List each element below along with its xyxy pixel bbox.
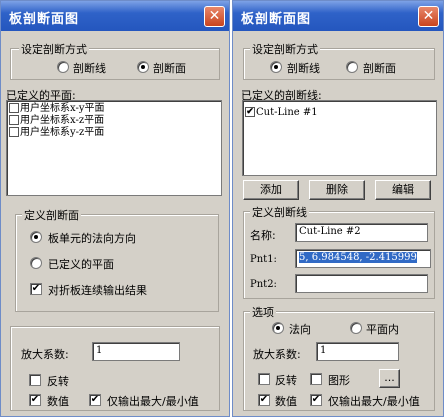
zoom-factor-input[interactable]: 1 bbox=[92, 342, 180, 361]
list-item-label: 用户坐标系x-z平面 bbox=[20, 115, 105, 126]
pnt1-label: Pnt1: bbox=[250, 254, 277, 265]
radio-defined-plane-label[interactable]: 已定义的平面 bbox=[48, 256, 114, 272]
radio-cut-section[interactable] bbox=[137, 61, 149, 73]
fold-continuous-checkbox[interactable]: ✔ bbox=[30, 283, 42, 295]
radio-defined-plane[interactable] bbox=[30, 257, 42, 269]
define-section-group-label: 定义剖断面 bbox=[22, 207, 81, 223]
maxmin-only-label[interactable]: 仅输出最大/最小值 bbox=[328, 393, 420, 409]
radio-cut-section[interactable] bbox=[346, 61, 358, 73]
numeric-label[interactable]: 数值 bbox=[47, 393, 69, 409]
reverse-checkbox[interactable] bbox=[258, 373, 270, 385]
radio-cut-line[interactable] bbox=[57, 61, 69, 73]
cut-method-group: 设定剖断方式 剖断线 剖断面 bbox=[243, 41, 435, 80]
define-cut-line-group: 定义剖断线 名称: Cut-Line #2 Pnt1: 5, 6.984548,… bbox=[243, 204, 435, 299]
dialog-title: 板剖断面图 bbox=[241, 12, 312, 27]
reverse-checkbox[interactable] bbox=[29, 374, 41, 386]
radio-normal-label[interactable]: 法向 bbox=[289, 321, 311, 337]
radio-normal[interactable] bbox=[272, 322, 284, 334]
list-item-checkbox[interactable]: ✔ bbox=[245, 107, 255, 117]
numeric-checkbox[interactable]: ✔ bbox=[258, 394, 270, 406]
cut-method-group-label: 设定剖断方式 bbox=[250, 41, 320, 57]
radio-cut-line-label[interactable]: 剖断线 bbox=[287, 60, 320, 76]
zoom-factor-input[interactable]: 1 bbox=[316, 342, 399, 361]
list-item-label: Cut-Line #1 bbox=[256, 107, 318, 118]
edit-button[interactable]: 编辑 bbox=[375, 180, 431, 200]
define-section-group: 定义剖断面 板单元的法向方向 已定义的平面 ✔ 对折板连续输出结果 bbox=[15, 207, 219, 312]
graphic-checkbox[interactable] bbox=[310, 373, 322, 385]
maxmin-only-label[interactable]: 仅输出最大/最小值 bbox=[107, 393, 199, 409]
section-dialog-left: 板剖断面图 ✕ 设定剖断方式 剖断线 剖断面 已定义的平面: 用户坐标系x-y平… bbox=[0, 0, 230, 417]
maxmin-only-checkbox[interactable]: ✔ bbox=[89, 394, 101, 406]
define-cut-line-group-label: 定义剖断线 bbox=[250, 204, 309, 220]
title-bar[interactable]: 板剖断面图 ✕ bbox=[1, 1, 229, 31]
cut-method-group-label: 设定剖断方式 bbox=[19, 41, 89, 57]
list-item-checkbox[interactable] bbox=[9, 115, 19, 125]
graphic-settings-button[interactable]: ... bbox=[379, 369, 400, 388]
cut-method-group: 设定剖断方式 剖断线 剖断面 bbox=[10, 41, 220, 80]
radio-in-plane[interactable] bbox=[350, 322, 362, 334]
pnt1-value: 5, 6.984548, -2.415999 bbox=[299, 252, 417, 263]
radio-cut-line[interactable] bbox=[270, 61, 282, 73]
pnt1-field[interactable]: 5, 6.984548, -2.415999 bbox=[295, 249, 431, 268]
close-button[interactable]: ✕ bbox=[204, 6, 225, 27]
radio-cut-line-label[interactable]: 剖断线 bbox=[73, 60, 106, 76]
list-item-label: 用户坐标系y-z平面 bbox=[20, 127, 105, 138]
radio-element-normal[interactable] bbox=[30, 231, 42, 243]
name-label: 名称: bbox=[250, 229, 276, 242]
reverse-label[interactable]: 反转 bbox=[275, 372, 297, 388]
defined-lines-list[interactable]: ✔ Cut-Line #1 bbox=[242, 100, 437, 176]
title-bar[interactable]: 板剖断面图 ✕ bbox=[233, 1, 443, 31]
numeric-checkbox[interactable]: ✔ bbox=[29, 394, 41, 406]
radio-cut-section-label[interactable]: 剖断面 bbox=[153, 60, 186, 76]
delete-button[interactable]: 删除 bbox=[309, 180, 365, 200]
defined-planes-list[interactable]: 用户坐标系x-y平面 用户坐标系x-z平面 用户坐标系y-z平面 bbox=[6, 100, 222, 196]
fold-continuous-label[interactable]: 对折板连续输出结果 bbox=[48, 282, 147, 298]
add-button[interactable]: 添加 bbox=[243, 180, 299, 200]
pnt2-label: Pnt2: bbox=[250, 279, 277, 290]
dialog-title: 板剖断面图 bbox=[9, 12, 80, 27]
zoom-factor-label: 放大系数: bbox=[21, 348, 69, 361]
numeric-label[interactable]: 数值 bbox=[275, 393, 297, 409]
reverse-label[interactable]: 反转 bbox=[47, 373, 69, 389]
radio-cut-section-label[interactable]: 剖断面 bbox=[363, 60, 396, 76]
list-item-checkbox[interactable] bbox=[9, 103, 19, 113]
radio-in-plane-label[interactable]: 平面内 bbox=[366, 321, 399, 337]
list-item-label: 用户坐标系x-y平面 bbox=[20, 103, 105, 114]
options-group-label: 选项 bbox=[250, 304, 276, 320]
output-options-group: 放大系数: 1 反转 ✔ 数值 ✔ 仅输出最大/最小值 bbox=[10, 326, 220, 411]
graphic-label[interactable]: 图形 bbox=[328, 372, 350, 388]
section-dialog-right: 板剖断面图 ✕ 设定剖断方式 剖断线 剖断面 已定义的剖断线: ✔ Cut-Li… bbox=[232, 0, 444, 417]
zoom-factor-label: 放大系数: bbox=[253, 348, 301, 361]
close-button[interactable]: ✕ bbox=[418, 6, 439, 27]
list-item-checkbox[interactable] bbox=[9, 127, 19, 137]
pnt2-field[interactable] bbox=[295, 274, 428, 293]
radio-element-normal-label[interactable]: 板单元的法向方向 bbox=[48, 230, 136, 246]
options-group: 选项 法向 平面内 放大系数: 1 反转 图形 ... ✔ 数值 ✔ 仅输出最大… bbox=[243, 304, 435, 411]
maxmin-only-checkbox[interactable]: ✔ bbox=[310, 394, 322, 406]
name-field[interactable]: Cut-Line #2 bbox=[295, 223, 428, 242]
